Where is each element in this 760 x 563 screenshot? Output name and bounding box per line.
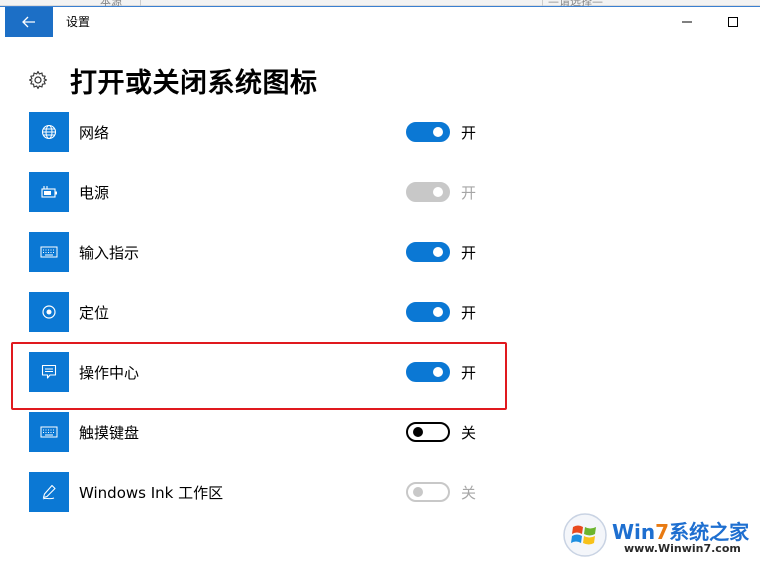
- back-button[interactable]: [5, 7, 53, 37]
- setting-row-touch-keyboard: 触摸键盘 关: [29, 412, 489, 452]
- toggle-knob: [433, 127, 443, 137]
- toggle-state-text: 关: [461, 424, 477, 442]
- toggle-knob: [433, 187, 443, 197]
- app-title: 设置: [66, 15, 91, 29]
- page-title: 打开或关闭系统图标: [70, 67, 318, 99]
- toggle-state-text: 开: [461, 304, 477, 322]
- setting-label: 网络: [79, 124, 110, 142]
- page-header: 打开或关闭系统图标: [28, 60, 318, 100]
- setting-label: 输入指示: [79, 244, 140, 262]
- setting-label: 电源: [79, 184, 110, 202]
- setting-label: Windows Ink 工作区: [79, 484, 224, 502]
- setting-label: 定位: [79, 304, 110, 322]
- toggle-knob: [413, 487, 423, 497]
- setting-label: 触摸键盘: [79, 424, 140, 442]
- setting-row-network: 网络 开: [29, 112, 489, 152]
- minimize-icon: [682, 21, 692, 23]
- pen-icon: [29, 472, 69, 512]
- maximize-icon: [728, 17, 738, 27]
- globe-icon: [29, 112, 69, 152]
- keyboard-icon: [29, 232, 69, 272]
- gear-icon: [28, 70, 48, 90]
- toggle-state-text: 开: [461, 124, 477, 142]
- touch-keyboard-toggle[interactable]: [406, 422, 450, 442]
- watermark-brand-prefix: Win: [612, 520, 656, 544]
- red-highlight-box: [11, 342, 507, 410]
- watermark-url: www.Winwin7.com: [624, 542, 741, 555]
- toggle-state-text: 关: [461, 484, 477, 502]
- back-arrow-icon: [22, 16, 35, 28]
- power-toggle: [406, 182, 450, 202]
- watermark-brand-suffix: 系统之家: [669, 520, 750, 544]
- input-indicator-toggle[interactable]: [406, 242, 450, 262]
- setting-row-power: 电源 开: [29, 172, 489, 212]
- watermark-brand: Win7系统之家: [612, 516, 749, 545]
- location-toggle[interactable]: [406, 302, 450, 322]
- toggle-state-text: 开: [461, 244, 477, 262]
- keyboard-icon: [29, 412, 69, 452]
- windows-ink-toggle: [406, 482, 450, 502]
- setting-row-location: 定位 开: [29, 292, 489, 332]
- toggle-state-text: 开: [461, 184, 477, 202]
- toggle-knob: [413, 427, 423, 437]
- setting-row-input-indicator: 输入指示 开: [29, 232, 489, 272]
- watermark: Win7系统之家 www.Winwin7.com: [560, 510, 760, 563]
- battery-icon: [29, 172, 69, 212]
- toggle-knob: [433, 307, 443, 317]
- maximize-button[interactable]: [710, 7, 756, 37]
- minimize-button[interactable]: [664, 7, 710, 37]
- toggle-knob: [433, 247, 443, 257]
- title-bar: 设置: [0, 6, 760, 37]
- watermark-brand-number: 7: [655, 520, 670, 544]
- network-toggle[interactable]: [406, 122, 450, 142]
- location-icon: [29, 292, 69, 332]
- windows-logo-icon: [563, 513, 607, 557]
- setting-row-windows-ink: Windows Ink 工作区 关: [29, 472, 489, 512]
